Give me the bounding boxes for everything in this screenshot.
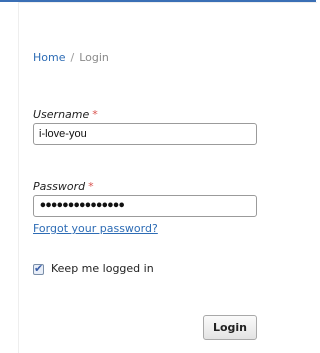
remember-me-label[interactable]: Keep me logged in: [51, 262, 154, 276]
username-required-marker: *: [92, 108, 98, 121]
remember-me-checkbox[interactable]: ✔: [33, 261, 44, 275]
breadcrumb-current: Login: [79, 51, 109, 64]
username-label-text: Username: [33, 108, 90, 121]
checkmark-icon: ✔: [34, 261, 44, 275]
breadcrumb: Home / Login: [33, 51, 109, 65]
login-button[interactable]: Login: [203, 315, 257, 340]
breadcrumb-separator: /: [70, 51, 75, 64]
breadcrumb-home-link[interactable]: Home: [33, 51, 65, 64]
password-required-marker: *: [88, 180, 94, 193]
remember-me-row: ✔ Keep me logged in: [33, 262, 154, 276]
username-input[interactable]: [33, 123, 257, 145]
password-input[interactable]: [33, 195, 257, 217]
password-label: Password *: [33, 180, 94, 193]
forgot-password-link[interactable]: Forgot your password?: [33, 222, 158, 236]
password-label-text: Password: [33, 180, 86, 193]
username-label: Username *: [33, 108, 98, 121]
